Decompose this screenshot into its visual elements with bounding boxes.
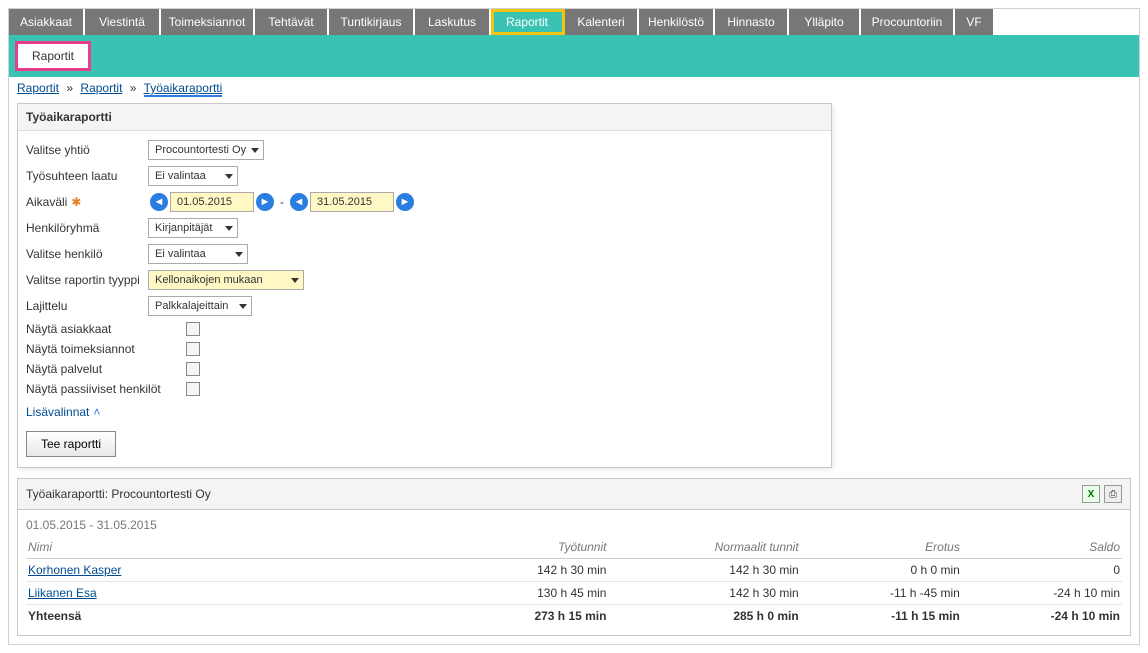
checkbox-show-customers[interactable] — [186, 322, 200, 336]
label-show-services: Näytä palvelut — [26, 362, 186, 376]
select-person[interactable]: Ei valintaa — [148, 244, 248, 264]
date-to-input[interactable]: 31.05.2015 — [310, 192, 394, 212]
nav-tab-tuntikirjaus[interactable]: Tuntikirjaus — [329, 9, 415, 35]
panel-title: Työaikaraportti — [18, 104, 831, 131]
table-row-total: Yhteensä273 h 15 min285 h 0 min-11 h 15 … — [26, 605, 1122, 628]
more-options-toggle[interactable]: Lisävalinnat˄ — [26, 399, 823, 425]
report-title: Työaikaraportti: Procountortesti Oy — [26, 487, 211, 501]
label-company: Valitse yhtiö — [26, 143, 148, 157]
date-dash: - — [276, 195, 288, 209]
select-report-type[interactable]: Kellonaikojen mukaan — [148, 270, 304, 290]
report-body: 01.05.2015 - 31.05.2015 Nimi Työtunnit N… — [17, 509, 1131, 636]
total-normal: 285 h 0 min — [608, 605, 800, 628]
nav-tab-viestintä[interactable]: Viestintä — [85, 9, 161, 35]
nav-tab-kalenteri[interactable]: Kalenteri — [565, 9, 639, 35]
date-from-input[interactable]: 01.05.2015 — [170, 192, 254, 212]
nav-tab-toimeksiannot[interactable]: Toimeksiannot — [161, 9, 255, 35]
chevron-up-icon: ˄ — [89, 405, 100, 419]
checkbox-show-passive[interactable] — [186, 382, 200, 396]
date-next-to-icon[interactable]: ► — [396, 193, 414, 211]
label-sort: Lajittelu — [26, 299, 148, 313]
col-name: Nimi — [26, 536, 442, 559]
breadcrumb-link-2[interactable]: Työaikaraportti — [144, 81, 223, 97]
checkbox-show-assignments[interactable] — [186, 342, 200, 356]
total-work: 273 h 15 min — [442, 605, 608, 628]
cell-saldo: -24 h 10 min — [962, 582, 1122, 605]
select-group[interactable]: Kirjanpitäjät — [148, 218, 238, 238]
table-row: Liikanen Esa 130 h 45 min142 h 30 min-11 … — [26, 582, 1122, 605]
checkbox-show-services[interactable] — [186, 362, 200, 376]
person-link[interactable]: Korhonen Kasper — [28, 563, 121, 577]
subnav-raportit[interactable]: Raportit — [15, 41, 91, 71]
select-company[interactable]: Procountortesti Oy — [148, 140, 264, 160]
cell-diff: -11 h -45 min — [801, 582, 962, 605]
nav-tab-laskutus[interactable]: Laskutus — [415, 9, 491, 35]
label-person: Valitse henkilö — [26, 247, 148, 261]
col-saldo: Saldo — [962, 536, 1122, 559]
subnav-bar: Raportit — [9, 35, 1139, 77]
print-icon[interactable]: ⎙ — [1104, 485, 1122, 503]
nav-tab-henkilöstö[interactable]: Henkilöstö — [639, 9, 715, 35]
breadcrumb-sep: » — [126, 81, 141, 95]
nav-tab-vf[interactable]: VF — [955, 9, 995, 35]
table-row: Korhonen Kasper142 h 30 min142 h 30 min0… — [26, 559, 1122, 582]
col-normal: Normaalit tunnit — [608, 536, 800, 559]
cell-diff: 0 h 0 min — [801, 559, 962, 582]
date-prev-to-icon[interactable]: ◄ — [290, 193, 308, 211]
total-diff: -11 h 15 min — [801, 605, 962, 628]
cell-normal: 142 h 30 min — [608, 559, 800, 582]
col-work: Työtunnit — [442, 536, 608, 559]
breadcrumb: Raportit » Raportit » Työaikaraportti — [9, 77, 1139, 99]
label-show-passive: Näytä passiiviset henkilöt — [26, 382, 186, 396]
nav-tab-hinnasto[interactable]: Hinnasto — [715, 9, 789, 35]
breadcrumb-sep: » — [62, 81, 77, 95]
select-emptype[interactable]: Ei valintaa — [148, 166, 238, 186]
person-link[interactable]: Liikanen Esa — [28, 586, 97, 600]
label-range: Aikaväli✱ — [26, 195, 148, 209]
run-report-button[interactable]: Tee raportti — [26, 431, 116, 457]
date-prev-from-icon[interactable]: ◄ — [150, 193, 168, 211]
required-star: ✱ — [67, 195, 81, 209]
cell-normal: 142 h 30 min — [608, 582, 800, 605]
label-group: Henkilöryhmä — [26, 221, 148, 235]
breadcrumb-link-0[interactable]: Raportit — [17, 81, 59, 95]
cell-saldo: 0 — [962, 559, 1122, 582]
select-sort[interactable]: Palkkalajeittain — [148, 296, 252, 316]
report-date-range: 01.05.2015 - 31.05.2015 — [26, 518, 1122, 536]
nav-tab-raportit[interactable]: Raportit — [491, 9, 565, 35]
nav-tab-asiakkaat[interactable]: Asiakkaat — [9, 9, 85, 35]
report-title-bar: Työaikaraportti: Procountortesti Oy X ⎙ — [17, 478, 1131, 509]
total-label: Yhteensä — [26, 605, 442, 628]
excel-export-icon[interactable]: X — [1082, 485, 1100, 503]
nav-tab-procountoriin[interactable]: Procountoriin — [861, 9, 955, 35]
date-next-from-icon[interactable]: ► — [256, 193, 274, 211]
nav-tab-ylläpito[interactable]: Ylläpito — [789, 9, 861, 35]
cell-work: 130 h 45 min — [442, 582, 608, 605]
filter-panel: Työaikaraportti Valitse yhtiö Procountor… — [17, 103, 832, 468]
label-rtype: Valitse raportin tyyppi — [26, 273, 148, 287]
col-diff: Erotus — [801, 536, 962, 559]
cell-work: 142 h 30 min — [442, 559, 608, 582]
label-show-customers: Näytä asiakkaat — [26, 322, 186, 336]
label-show-assignments: Näytä toimeksiannot — [26, 342, 186, 356]
breadcrumb-link-1[interactable]: Raportit — [80, 81, 122, 95]
label-emptype: Työsuhteen laatu — [26, 169, 148, 183]
total-saldo: -24 h 10 min — [962, 605, 1122, 628]
nav-tab-tehtävät[interactable]: Tehtävät — [255, 9, 329, 35]
